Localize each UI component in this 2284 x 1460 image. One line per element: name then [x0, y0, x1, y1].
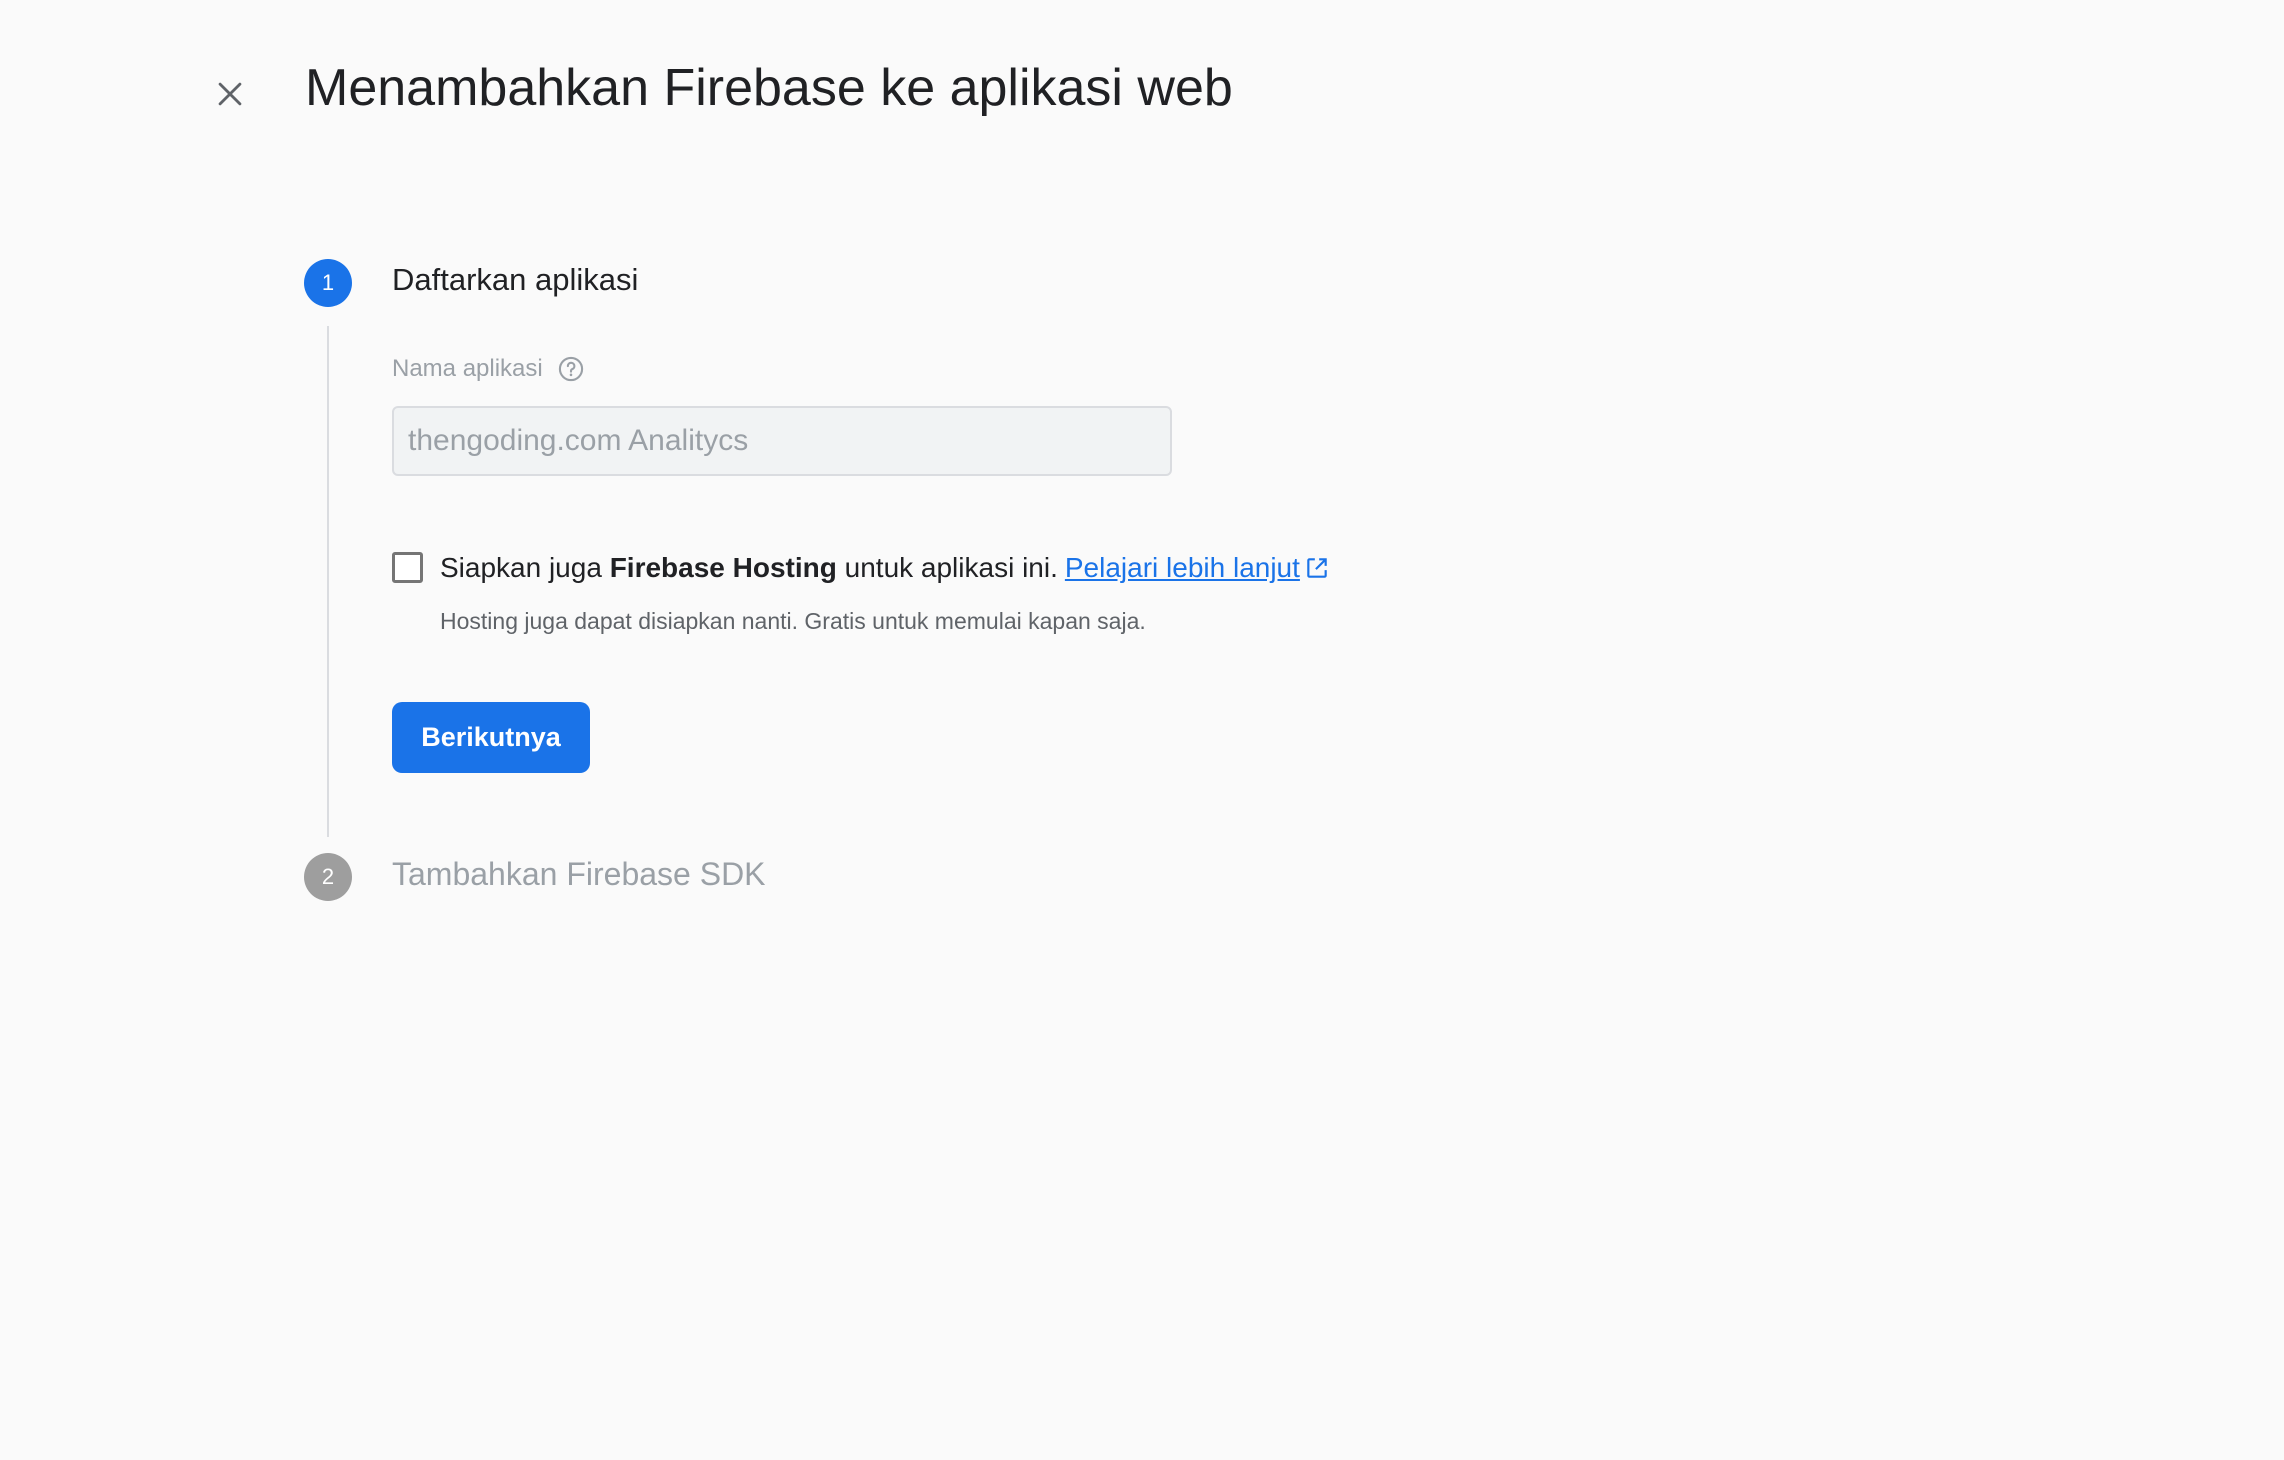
learn-more-label: Pelajari lebih lanjut — [1064, 552, 1300, 583]
close-button[interactable] — [198, 62, 262, 126]
step-2-title: Tambahkan Firebase SDK — [392, 856, 766, 892]
external-link-icon — [1307, 558, 1327, 578]
hosting-note: Hosting juga dapat disiapkan nanti. Grat… — [440, 608, 1146, 634]
page-title: Menambahkan Firebase ke aplikasi web — [305, 59, 1233, 117]
hosting-text-bold: Firebase Hosting — [609, 552, 837, 583]
next-button[interactable]: Berikutnya — [392, 702, 590, 773]
app-name-input[interactable] — [392, 406, 1172, 476]
firebase-hosting-checkbox[interactable] — [392, 552, 423, 583]
help-circle-icon[interactable] — [557, 355, 585, 383]
hosting-text-after: untuk aplikasi ini. — [836, 552, 1058, 583]
step-2-indicator: 2 — [304, 853, 352, 901]
hosting-text-before: Siapkan juga — [440, 552, 610, 583]
app-name-label: Nama aplikasi — [392, 355, 543, 382]
firebase-hosting-option: Siapkan juga Firebase Hosting untuk apli… — [440, 552, 1330, 584]
step-1-title: Daftarkan aplikasi — [392, 262, 639, 297]
learn-more-link[interactable]: Pelajari lebih lanjut — [1065, 552, 1330, 584]
step-connector-line — [327, 326, 329, 837]
step-1-indicator: 1 — [304, 259, 352, 307]
close-icon — [218, 82, 242, 106]
add-firebase-web-app-page: Menambahkan Firebase ke aplikasi web 1 D… — [0, 0, 2284, 1460]
app-name-label-row: Nama aplikasi — [392, 355, 585, 383]
